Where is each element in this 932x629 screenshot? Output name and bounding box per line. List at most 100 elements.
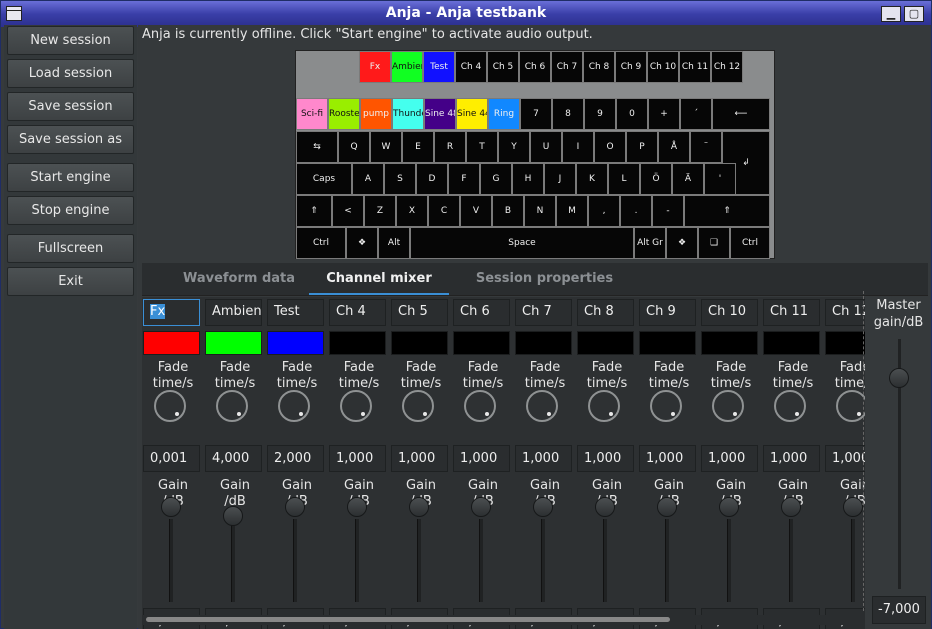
gain-slider-handle[interactable] [719, 497, 739, 517]
key-row2-8[interactable]: I [562, 131, 594, 163]
channel-name-field[interactable]: Ch 4 [329, 299, 386, 326]
fade-time-knob[interactable] [154, 390, 186, 422]
key-row1-0[interactable]: Sci-fi [296, 98, 328, 130]
channel-key-4[interactable]: Ch 4 [455, 51, 487, 83]
channel-color-swatch[interactable] [701, 331, 758, 355]
left-shift-key[interactable]: ⇑ [296, 195, 332, 227]
channel-key-10[interactable]: Ch 10 [647, 51, 679, 83]
fade-time-knob[interactable] [712, 390, 744, 422]
fade-time-value[interactable]: 1,000 [701, 445, 758, 472]
key-row2-9[interactable]: O [594, 131, 626, 163]
channel-name-field[interactable]: Fx [143, 299, 200, 326]
horizontal-scrollbar[interactable] [142, 615, 865, 625]
key-row4-9[interactable]: , [588, 195, 620, 227]
fade-time-knob[interactable] [774, 390, 806, 422]
gain-slider-handle[interactable] [657, 497, 677, 517]
right-shift-key[interactable]: ⇑ [684, 195, 770, 227]
channel-key-9[interactable]: Ch 9 [615, 51, 647, 83]
key-row1-1[interactable]: Rooster [328, 98, 360, 130]
key-row4-10[interactable]: . [620, 195, 652, 227]
gain-slider-track[interactable] [603, 519, 607, 602]
channel-color-swatch[interactable] [143, 331, 200, 355]
key-row3-8[interactable]: K [576, 163, 608, 195]
key-row2-10[interactable]: P [626, 131, 658, 163]
channel-color-swatch[interactable] [639, 331, 696, 355]
menu-key[interactable]: ❑ [698, 227, 730, 259]
key-row2-2[interactable]: W [370, 131, 402, 163]
tab-channel-mixer[interactable]: Channel mixer [309, 263, 449, 295]
gain-slider-handle[interactable] [409, 497, 429, 517]
channel-name-field[interactable]: Ch 9 [639, 299, 696, 326]
key-row2-5[interactable]: T [466, 131, 498, 163]
caps-key[interactable]: Caps [296, 163, 352, 195]
key-row3-10[interactable]: Ö [640, 163, 672, 195]
key-row4-2[interactable]: Z [364, 195, 396, 227]
channel-key-8[interactable]: Ch 8 [583, 51, 615, 83]
channel-key-1[interactable]: Fx [359, 51, 391, 83]
key-row3-1[interactable]: A [352, 163, 384, 195]
fade-time-value[interactable]: 1,000 [825, 445, 865, 472]
key-row4-7[interactable]: N [524, 195, 556, 227]
key-row3-5[interactable]: G [480, 163, 512, 195]
key-row1-2[interactable]: pump [360, 98, 392, 130]
start-engine-button[interactable]: Start engine [7, 163, 134, 192]
key-row1-4[interactable]: Sine 48 [424, 98, 456, 130]
key-row1-5[interactable]: Sine 44 [456, 98, 488, 130]
fade-time-value[interactable]: 0,001 [143, 445, 200, 472]
channel-name-field[interactable]: Ch 11 [763, 299, 820, 326]
key-row2-7[interactable]: U [530, 131, 562, 163]
gain-slider-handle[interactable] [161, 497, 181, 517]
master-gain-slider-handle[interactable] [889, 368, 909, 388]
channel-name-field[interactable]: Ch 5 [391, 299, 448, 326]
backspace-key[interactable]: ⟵ [712, 98, 770, 130]
scrollbar-thumb[interactable] [146, 617, 670, 622]
space-key[interactable]: Space [410, 227, 634, 259]
fade-time-knob[interactable] [340, 390, 372, 422]
key-row1-11[interactable]: + [648, 98, 680, 130]
left-super-key[interactable]: ❖ [346, 227, 378, 259]
fade-time-value[interactable]: 1,000 [577, 445, 634, 472]
channel-color-swatch[interactable] [267, 331, 324, 355]
key-row4-1[interactable]: < [332, 195, 364, 227]
gain-slider-handle[interactable] [347, 497, 367, 517]
save-session-button[interactable]: Save session [7, 92, 134, 121]
key-row1-12[interactable]: ´ [680, 98, 712, 130]
key-row4-8[interactable]: M [556, 195, 588, 227]
fade-time-value[interactable]: 1,000 [453, 445, 510, 472]
fade-time-knob[interactable] [216, 390, 248, 422]
gain-slider-track[interactable] [479, 519, 483, 602]
gain-slider-track[interactable] [541, 519, 545, 602]
gain-slider-track[interactable] [293, 519, 297, 602]
channel-key-6[interactable]: Ch 6 [519, 51, 551, 83]
key-row2-12[interactable]: ¨ [690, 131, 722, 163]
key-row3-2[interactable]: S [384, 163, 416, 195]
key-row1-9[interactable]: 9 [584, 98, 616, 130]
channel-name-field[interactable]: Ch 12 [825, 299, 865, 326]
fade-time-value[interactable]: 1,000 [763, 445, 820, 472]
stop-engine-button[interactable]: Stop engine [7, 196, 134, 225]
minimize-button[interactable]: ▁ [881, 6, 901, 22]
channel-color-swatch[interactable] [577, 331, 634, 355]
tab-waveform-data[interactable]: Waveform data [164, 263, 314, 295]
key-row1-6[interactable]: Ring [488, 98, 520, 130]
channel-color-swatch[interactable] [515, 331, 572, 355]
master-gain-value[interactable]: -7,000 [872, 596, 926, 624]
key-row2-4[interactable]: R [434, 131, 466, 163]
alt-key[interactable]: Alt [378, 227, 410, 259]
key-row1-3[interactable]: Thunder [392, 98, 424, 130]
gain-slider-track[interactable] [355, 519, 359, 602]
channel-key-3[interactable]: Test [423, 51, 455, 83]
fade-time-value[interactable]: 1,000 [391, 445, 448, 472]
key-row3-9[interactable]: L [608, 163, 640, 195]
gain-slider-handle[interactable] [843, 497, 863, 517]
channel-key-7[interactable]: Ch 7 [551, 51, 583, 83]
load-session-button[interactable]: Load session [7, 59, 134, 88]
channel-name-field[interactable]: Ch 6 [453, 299, 510, 326]
gain-slider-track[interactable] [851, 519, 855, 602]
key-row2-3[interactable]: E [402, 131, 434, 163]
fade-time-knob[interactable] [464, 390, 496, 422]
channel-name-field[interactable]: Ambien [205, 299, 262, 326]
channel-color-swatch[interactable] [453, 331, 510, 355]
channel-key-2[interactable]: Ambien [391, 51, 423, 83]
gain-slider-track[interactable] [727, 519, 731, 602]
